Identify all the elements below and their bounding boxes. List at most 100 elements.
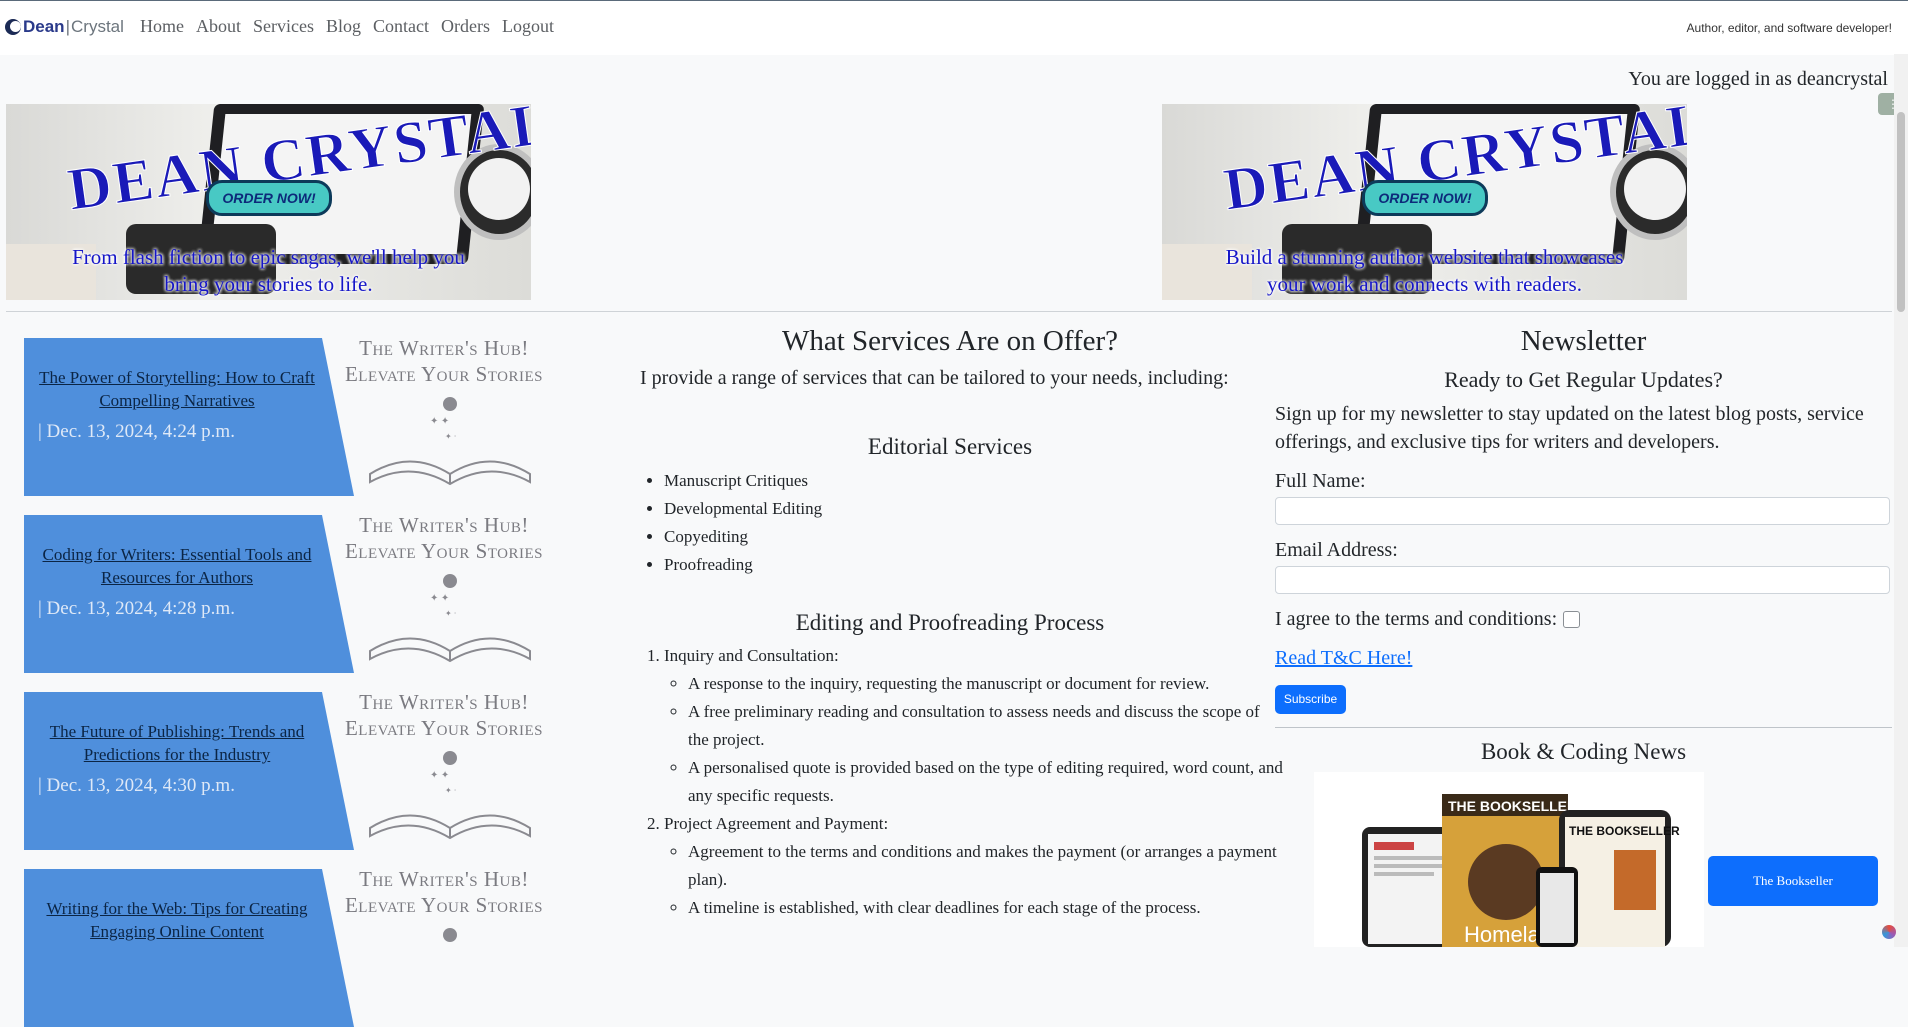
banner-caption-line-2: bring your stories to life. bbox=[164, 272, 373, 296]
svg-text:✦ ·: ✦ · bbox=[445, 609, 456, 618]
services-heading: What Services Are on Offer? bbox=[781, 325, 1119, 357]
blog-card-title-link[interactable]: The Power of Storytelling: How to Craft … bbox=[32, 366, 322, 412]
section-divider bbox=[6, 311, 1892, 312]
list-item: Agreement to the terms and conditions an… bbox=[688, 838, 1284, 894]
list-item: A free preliminary reading and consultat… bbox=[688, 698, 1284, 754]
newsletter-description: Sign up for my newsletter to stay update… bbox=[1275, 403, 1864, 453]
banner-caption: Build a stunning author website that sho… bbox=[1182, 244, 1667, 298]
banner-caption-line-1: Build a stunning author website that sho… bbox=[1225, 245, 1624, 269]
hub-title: The Writer's Hub! bbox=[359, 867, 529, 891]
book-coding-news-heading: Book & Coding News bbox=[1480, 739, 1687, 764]
magazine-title-2: THE BOOKSELLER bbox=[1569, 824, 1680, 838]
process-heading: Editing and Proofreading Process bbox=[795, 610, 1105, 635]
svg-text:✦ ·: ✦ · bbox=[445, 432, 456, 441]
bookseller-magazine-image: THE BOOKSELLER Homelan THE BOOKSELLER bbox=[1314, 772, 1704, 947]
scrollbar-thumb[interactable] bbox=[1897, 112, 1905, 312]
open-book-icon: ✦ ✦ ✦ · bbox=[369, 397, 531, 486]
nav-about[interactable]: About bbox=[196, 16, 241, 37]
blog-card[interactable]: Writing for the Web: Tips for Creating E… bbox=[24, 867, 564, 1027]
process-step-title: Inquiry and Consultation: bbox=[664, 646, 839, 665]
list-item: Manuscript Critiques bbox=[664, 467, 822, 495]
blog-card-panel bbox=[24, 515, 354, 673]
blog-card-title-link[interactable]: Coding for Writers: Essential Tools and … bbox=[32, 543, 322, 589]
svg-text:✦ ✦: ✦ ✦ bbox=[430, 416, 449, 427]
blog-card-title-link[interactable]: The Future of Publishing: Trends and Pre… bbox=[32, 720, 322, 766]
logo-dean-text: Dean bbox=[23, 17, 65, 36]
section-divider bbox=[1275, 727, 1892, 728]
svg-text:✦ ✦: ✦ ✦ bbox=[430, 593, 449, 604]
hub-subtitle: Elevate Your Stories bbox=[344, 539, 543, 563]
terms-link[interactable]: Read T&C Here! bbox=[1275, 647, 1412, 670]
list-item: A personalised quote is provided based o… bbox=[688, 754, 1284, 810]
promo-banner-editing[interactable]: DEAN CRYSTAL ORDER NOW! From flash ficti… bbox=[6, 104, 531, 300]
hub-subtitle: Elevate Your Stories bbox=[344, 362, 543, 386]
full-name-input[interactable] bbox=[1275, 497, 1890, 525]
blog-card-title-link[interactable]: Writing for the Web: Tips for Creating E… bbox=[32, 897, 322, 943]
blog-card-panel bbox=[24, 869, 354, 1027]
email-input[interactable] bbox=[1275, 566, 1890, 594]
nav-orders[interactable]: Orders bbox=[441, 16, 490, 37]
nav-logout[interactable]: Logout bbox=[502, 16, 554, 37]
top-navbar: Dean | Crystal Home About Services Blog … bbox=[0, 0, 1908, 55]
banner-caption-line-2: your work and connects with readers. bbox=[1267, 272, 1582, 296]
email-label: Email Address: bbox=[1275, 539, 1398, 561]
site-tagline: Author, editor, and software developer! bbox=[1686, 21, 1892, 35]
nav-contact[interactable]: Contact bbox=[373, 16, 429, 37]
order-now-button[interactable]: ORDER NOW! bbox=[1362, 180, 1488, 216]
logo-separator: | bbox=[65, 17, 70, 36]
hub-title: The Writer's Hub! bbox=[359, 690, 529, 714]
nav-home[interactable]: Home bbox=[140, 16, 184, 37]
browser-extension-icon[interactable] bbox=[1882, 925, 1896, 939]
bookseller-button[interactable]: The Bookseller bbox=[1708, 856, 1878, 906]
list-item: A timeline is established, with clear de… bbox=[688, 894, 1284, 922]
magazine-title-1: THE BOOKSELLER bbox=[1448, 798, 1577, 814]
page-scrollbar[interactable] bbox=[1894, 54, 1908, 947]
open-book-icon bbox=[443, 928, 457, 942]
list-item: A response to the inquiry, requesting th… bbox=[688, 670, 1284, 698]
blog-card[interactable]: The Future of Publishing: Trends and Pre… bbox=[24, 690, 564, 850]
terms-checkbox[interactable] bbox=[1563, 611, 1581, 628]
list-item: Developmental Editing bbox=[664, 495, 822, 523]
process-substeps: A response to the inquiry, requesting th… bbox=[664, 670, 1284, 810]
banner-caption: From flash fiction to epic sagas, we'll … bbox=[26, 244, 511, 298]
newsletter-subheading: Ready to Get Regular Updates? bbox=[1444, 367, 1723, 392]
process-steps-list: Inquiry and Consultation: A response to … bbox=[640, 642, 1284, 922]
services-intro: I provide a range of services that can b… bbox=[640, 367, 1229, 389]
subscribe-button[interactable]: Subscribe bbox=[1275, 685, 1346, 714]
list-item: Proofreading bbox=[664, 551, 822, 579]
logo-crystal-text: Crystal bbox=[71, 17, 124, 36]
blog-card[interactable]: The Power of Storytelling: How to Craft … bbox=[24, 336, 564, 496]
writers-hub-art: The Writer's Hub! Elevate Your Stories ✦… bbox=[322, 336, 592, 496]
newsletter-heading: Newsletter bbox=[1520, 325, 1647, 357]
main-nav: Home About Services Blog Contact Orders … bbox=[140, 16, 566, 37]
editorial-services-list: Manuscript Critiques Developmental Editi… bbox=[640, 467, 822, 579]
process-step-title: Project Agreement and Payment: bbox=[664, 814, 889, 833]
banner-caption-line-1: From flash fiction to epic sagas, we'll … bbox=[72, 245, 465, 269]
blog-card-date: | Dec. 13, 2024, 4:28 p.m. bbox=[38, 598, 235, 619]
hub-subtitle: Elevate Your Stories bbox=[344, 716, 543, 740]
hub-title: The Writer's Hub! bbox=[359, 513, 529, 537]
order-now-button[interactable]: ORDER NOW! bbox=[206, 180, 332, 216]
hub-title: The Writer's Hub! bbox=[359, 336, 529, 360]
nav-services[interactable]: Services bbox=[253, 16, 314, 37]
editorial-services-heading: Editorial Services bbox=[867, 434, 1033, 459]
login-status: You are logged in as deancrystal bbox=[1628, 68, 1888, 90]
terms-agreement: I agree to the terms and conditions: bbox=[1275, 608, 1581, 631]
site-logo[interactable]: Dean | Crystal bbox=[5, 17, 124, 37]
process-substeps: Agreement to the terms and conditions an… bbox=[664, 838, 1284, 922]
full-name-label: Full Name: bbox=[1275, 470, 1366, 492]
blog-card-date: | Dec. 13, 2024, 4:30 p.m. bbox=[38, 775, 235, 796]
blog-card-date: | Dec. 13, 2024, 4:24 p.m. bbox=[38, 421, 235, 442]
open-book-icon: ✦ ✦ ✦ · bbox=[369, 574, 531, 663]
nav-blog[interactable]: Blog bbox=[326, 16, 361, 37]
blog-card[interactable]: Coding for Writers: Essential Tools and … bbox=[24, 513, 564, 673]
writers-hub-art: The Writer's Hub! Elevate Your Stories bbox=[322, 867, 592, 1027]
open-book-icon: ✦ ✦ ✦ · bbox=[369, 751, 531, 840]
terms-label: I agree to the terms and conditions: bbox=[1275, 608, 1558, 630]
promo-banner-website[interactable]: DEAN CRYSTAL ORDER NOW! Build a stunning… bbox=[1162, 104, 1687, 300]
writers-hub-art: The Writer's Hub! Elevate Your Stories ✦… bbox=[322, 690, 592, 850]
svg-text:✦ ✦: ✦ ✦ bbox=[430, 770, 449, 781]
moon-logo-icon bbox=[5, 19, 21, 35]
list-item: Copyediting bbox=[664, 523, 822, 551]
hub-subtitle: Elevate Your Stories bbox=[344, 893, 543, 917]
